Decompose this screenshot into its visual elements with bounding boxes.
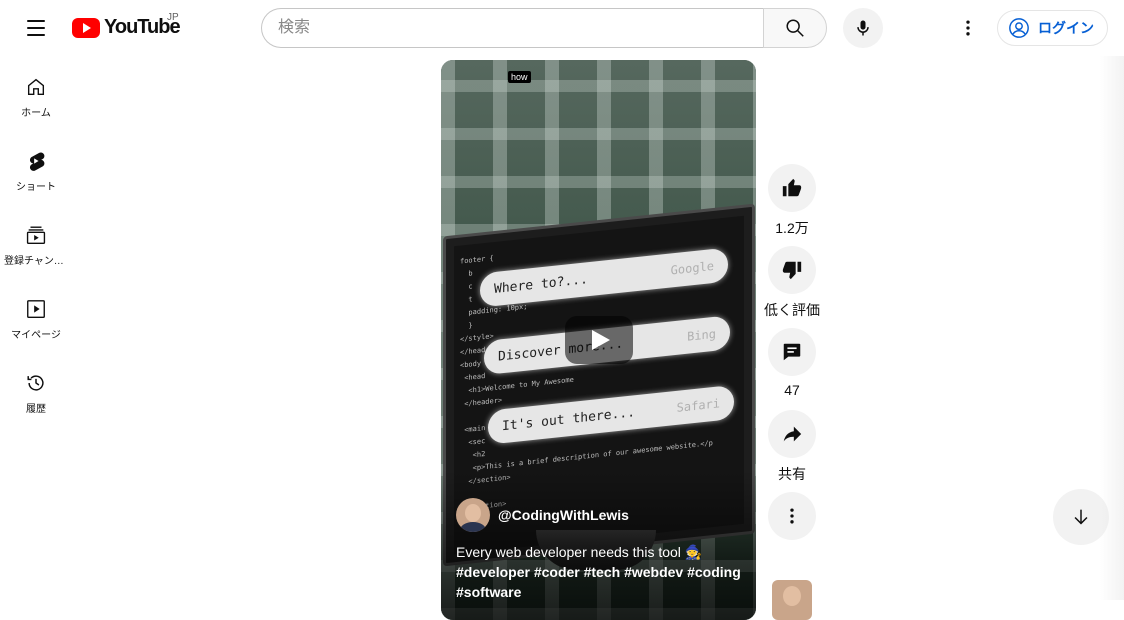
audio-channel-avatar[interactable] <box>772 580 812 620</box>
comment-count: 47 <box>784 382 800 398</box>
video-description: Every web developer needs this tool 🧙 <box>456 544 703 560</box>
sidebar-item-shorts[interactable]: ショート <box>0 130 72 204</box>
sidebar-item-label: ホーム <box>21 108 51 119</box>
region-code: JP <box>167 12 179 23</box>
mini-guide: ホーム ショート 登録チャンネル マイページ 履歴 <box>0 56 72 600</box>
menu-icon[interactable] <box>20 12 52 44</box>
comments-button[interactable] <box>768 328 816 376</box>
share-label: 共有 <box>778 466 806 482</box>
like-button[interactable] <box>768 164 816 212</box>
login-label: ログイン <box>1038 20 1094 36</box>
settings-more-button[interactable] <box>952 12 984 44</box>
arrow-down-icon <box>1074 509 1088 525</box>
subscriptions-icon <box>26 226 46 244</box>
comment-action: 47 <box>764 328 820 400</box>
shorts-action-bar: 1.2万 低く評価 47 共有 <box>764 164 820 550</box>
top-bar: YouTube JP ログイン <box>0 0 1124 56</box>
login-button[interactable]: ログイン <box>997 10 1108 46</box>
voice-search-button[interactable] <box>843 8 883 48</box>
sidebar-item-label: 登録チャンネル <box>4 256 68 267</box>
youtube-logo[interactable]: YouTube <box>72 16 181 39</box>
search-box <box>261 8 827 48</box>
search-input[interactable] <box>261 8 763 48</box>
more-vert-icon <box>966 20 970 36</box>
dislike-button[interactable] <box>768 246 816 294</box>
share-action: 共有 <box>764 410 820 482</box>
like-count: 1.2万 <box>775 220 809 236</box>
home-icon <box>27 78 45 96</box>
video-caption: Every web developer needs this tool 🧙 #d… <box>456 542 746 602</box>
more-action <box>764 492 820 540</box>
sidebar-item-label: マイページ <box>11 330 61 341</box>
sidebar-item-home[interactable]: ホーム <box>0 56 72 130</box>
more-actions-button[interactable] <box>768 492 816 540</box>
history-icon <box>27 375 44 391</box>
account-icon <box>1009 18 1029 38</box>
channel-avatar[interactable] <box>456 498 490 532</box>
mic-icon <box>857 20 869 36</box>
video-overlay-tag: how <box>508 71 531 83</box>
share-button[interactable] <box>768 410 816 458</box>
dislike-action: 低く評価 <box>764 246 820 318</box>
thumbs-up-icon <box>782 178 802 197</box>
shorts-video-player[interactable]: footer { b c t padding: 10px; } </style>… <box>441 60 756 620</box>
share-icon <box>783 426 802 442</box>
sidebar-item-label: ショート <box>16 182 56 193</box>
sidebar-item-subscriptions[interactable]: 登録チャンネル <box>0 204 72 278</box>
sidebar-item-library[interactable]: マイページ <box>0 278 72 352</box>
more-vert-icon <box>790 508 794 524</box>
channel-name[interactable]: @CodingWithLewis <box>498 507 629 523</box>
library-icon <box>27 300 45 318</box>
like-action: 1.2万 <box>764 164 820 236</box>
dislike-label: 低く評価 <box>764 302 820 318</box>
video-hashtags[interactable]: #developer #coder #tech #webdev #coding … <box>456 562 746 602</box>
youtube-play-icon <box>72 17 100 38</box>
thumbs-down-icon <box>782 261 802 280</box>
search-icon <box>786 19 804 37</box>
right-edge-shadow <box>1100 56 1124 600</box>
shorts-icon <box>29 152 45 171</box>
comment-icon <box>783 343 801 361</box>
play-button[interactable] <box>565 316 633 364</box>
sidebar-item-label: 履歴 <box>26 404 46 415</box>
sidebar-item-history[interactable]: 履歴 <box>0 352 72 426</box>
channel-link[interactable]: @CodingWithLewis <box>456 498 629 532</box>
search-button[interactable] <box>763 8 827 48</box>
